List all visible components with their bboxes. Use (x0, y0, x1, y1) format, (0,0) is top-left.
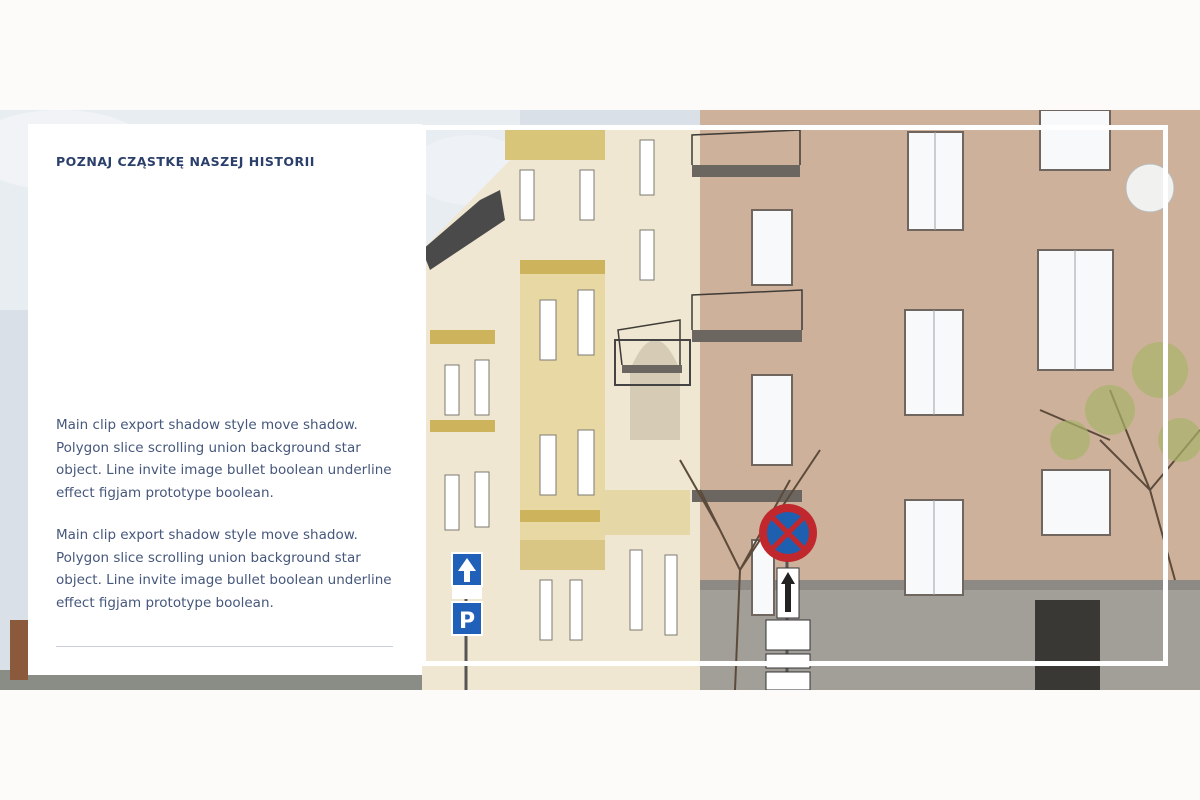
svg-text:P: P (459, 609, 475, 634)
section-paragraph-2: Main clip export shadow style move shado… (56, 527, 392, 611)
card-divider (56, 646, 393, 647)
section-eyebrow: POZNAJ CZĄSTKĘ NASZEJ HISTORII (56, 154, 315, 169)
section-paragraph-1: Main clip export shadow style move shado… (56, 417, 392, 501)
section-body: Main clip export shadow style move shado… (56, 414, 396, 634)
history-card: POZNAJ CZĄSTKĘ NASZEJ HISTORII Main clip… (28, 124, 422, 675)
